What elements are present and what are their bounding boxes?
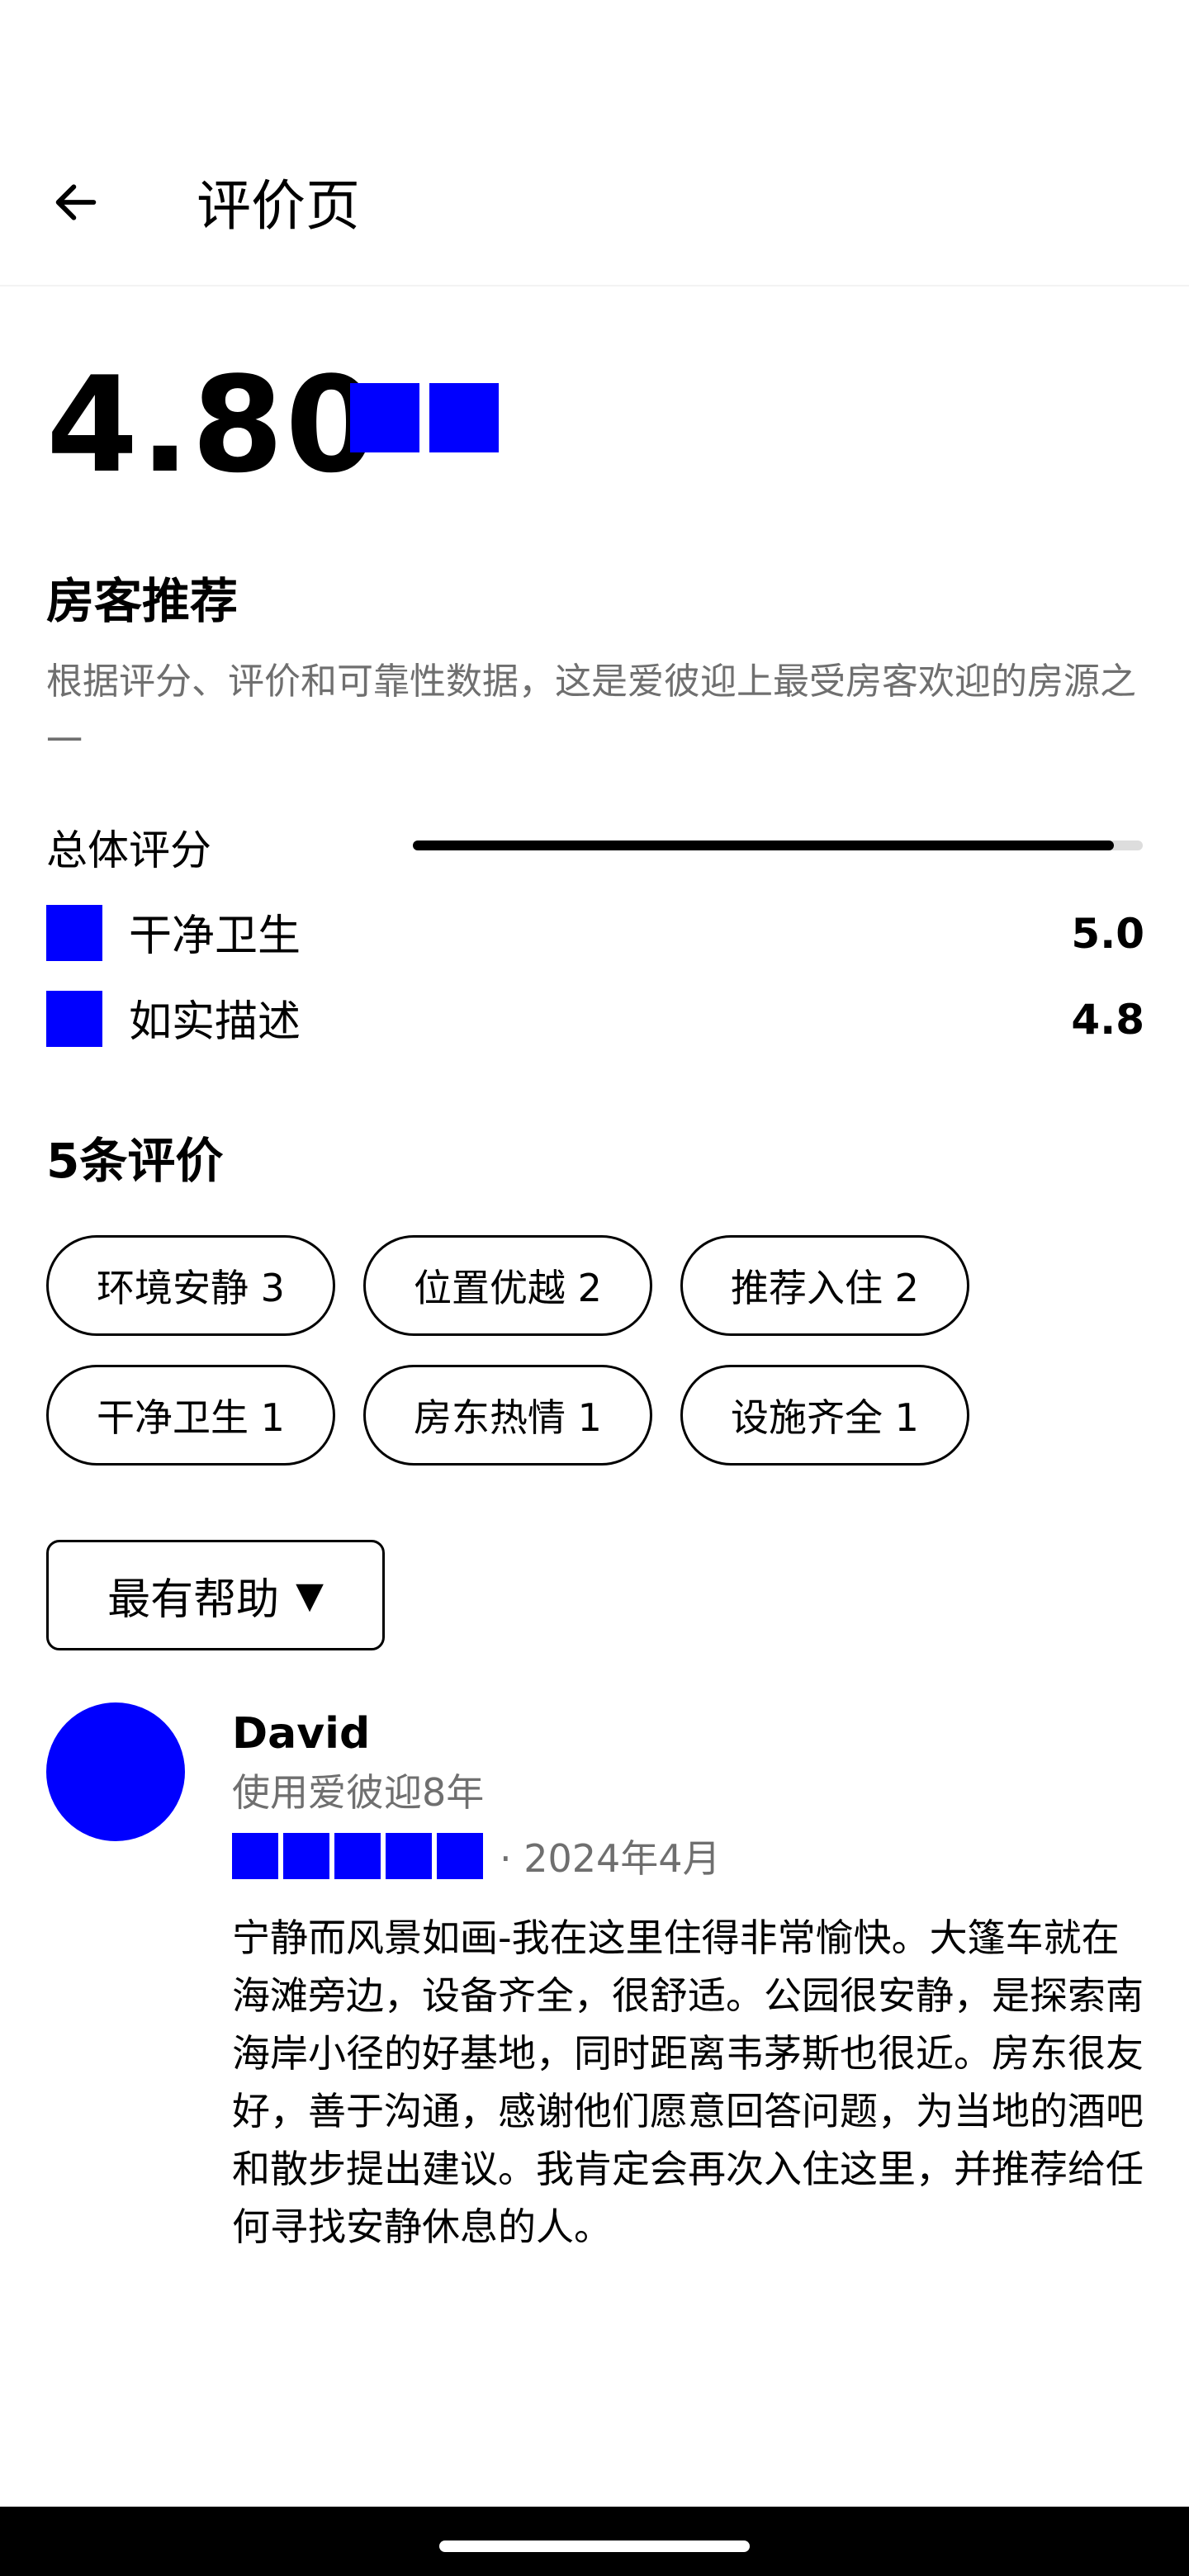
tag-chip[interactable]: 环境安静 3 — [46, 1235, 335, 1336]
category-label: 如实描述 — [129, 997, 301, 1047]
category-row-cleanliness: 干净卫生 5.0 — [46, 905, 1144, 964]
guest-favorite-title: 房客推荐 — [46, 573, 239, 629]
category-label: 干净卫生 — [129, 912, 301, 961]
tag-chip[interactable]: 推荐入住 2 — [680, 1235, 969, 1336]
sort-dropdown[interactable]: 最有帮助 ▼ — [46, 1540, 385, 1650]
category-row-accuracy: 如实描述 4.8 — [46, 991, 1144, 1050]
app-header: 评价页 — [0, 0, 1189, 286]
guest-favorite-description: 根据评分、评价和可靠性数据，这是爱彼迎上最受房客欢迎的房源之一 — [46, 661, 1136, 762]
category-score: 4.8 — [1071, 996, 1144, 1044]
overall-rating-bar — [413, 841, 1143, 850]
tag-chip[interactable]: 位置优越 2 — [363, 1235, 652, 1336]
sort-label: 最有帮助 — [107, 1574, 280, 1625]
star-icon — [283, 1833, 329, 1879]
arrow-left-icon — [55, 184, 97, 220]
overall-rating-value: 4.80 — [46, 348, 379, 502]
overall-rating-bar-fill — [413, 841, 1114, 850]
page-title: 评价页 — [197, 174, 360, 238]
category-score: 5.0 — [1071, 910, 1144, 958]
laurel-left-icon — [350, 383, 419, 452]
star-icon — [437, 1833, 483, 1879]
avatar[interactable] — [46, 1702, 185, 1841]
cleanliness-icon — [46, 905, 102, 961]
star-icon — [232, 1833, 278, 1879]
home-gesture-handle[interactable] — [439, 2540, 750, 2552]
reviews-count-title: 5条评价 — [46, 1133, 224, 1189]
tag-chip[interactable]: 设施齐全 1 — [680, 1365, 969, 1466]
tag-chip[interactable]: 房东热情 1 — [363, 1365, 652, 1466]
star-icon — [386, 1833, 432, 1879]
back-button[interactable] — [43, 169, 109, 235]
review-date: · 2024年4月 — [500, 1836, 721, 1881]
overall-rating-label: 总体评分 — [46, 826, 211, 874]
tag-chip[interactable]: 干净卫生 1 — [46, 1365, 335, 1466]
star-icon — [334, 1833, 381, 1879]
review-stars — [232, 1833, 483, 1879]
accuracy-icon — [46, 991, 102, 1047]
review-text: 宁静而风景如画-我在这里住得非常愉快。大篷车就在海滩旁边，设备齐全，很舒适。公园… — [232, 1915, 1144, 2249]
reviewer-tenure: 使用爱彼迎8年 — [232, 1770, 485, 1815]
reviewer-name: David — [232, 1709, 371, 1759]
caret-down-icon: ▼ — [296, 1574, 324, 1617]
laurel-right-icon — [429, 383, 499, 452]
